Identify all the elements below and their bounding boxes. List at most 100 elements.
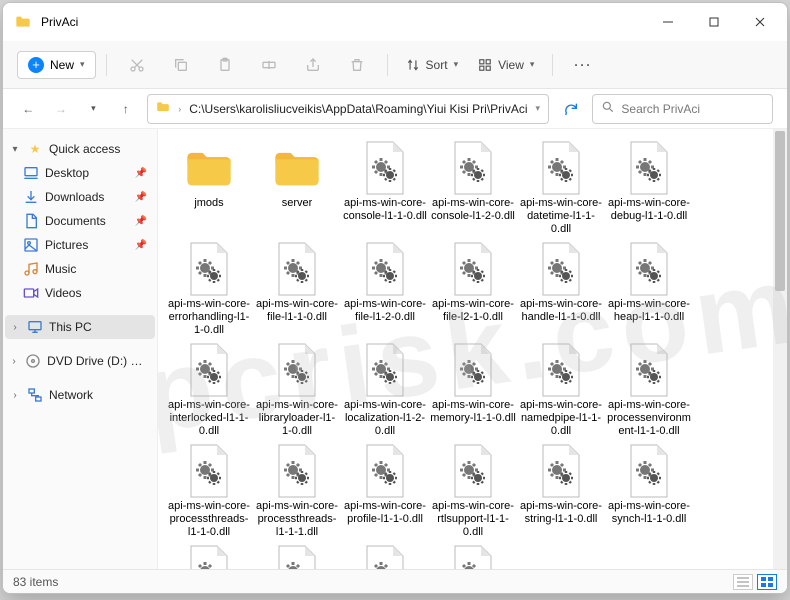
sidebar-item-downloads[interactable]: Downloads📌 [5,185,155,209]
file-item[interactable]: api-ms-win-core-debug-l1-1-0.dll [606,139,692,236]
file-label: api-ms-win-core-localization-l1-2-0.dll [342,399,428,438]
delete-button[interactable] [337,49,377,81]
file-item[interactable]: api-ms-win-core-console-l1-2-0.dll [430,139,516,236]
file-item[interactable]: api-ms-win-core-file-l1-2-0.dll [342,240,428,337]
file-label: api-ms-win-core-synch-l1-1-0.dll [606,500,692,526]
file-label: api-ms-win-core-datetime-l1-1-0.dll [518,197,604,236]
file-item[interactable]: api-ms-win-core-string-l1-1-0.dll [518,442,604,539]
folder-item[interactable]: jmods [166,139,252,236]
file-label: api-ms-win-core-errorhandling-l1-1-0.dll [166,298,252,337]
dll-icon [356,139,414,197]
sidebar-item-documents[interactable]: Documents📌 [5,209,155,233]
file-item[interactable]: api-ms-win-core-timezone-l1-1-0.dll [342,543,428,569]
chevron-down-icon[interactable]: ▾ [536,103,541,114]
file-item[interactable]: api-ms-win-core-interlocked-l1-1-0.dll [166,341,252,438]
pin-icon: 📌 [135,192,147,203]
rename-button[interactable] [249,49,289,81]
file-item[interactable]: api-ms-win-core-namedpipe-l1-1-0.dll [518,341,604,438]
dll-icon [268,240,326,298]
vertical-scrollbar[interactable] [773,129,787,569]
sidebar-item-desktop[interactable]: Desktop📌 [5,161,155,185]
sidebar-quick-access[interactable]: ▾ ★ Quick access [5,137,155,161]
maximize-button[interactable] [691,6,737,38]
file-item[interactable]: api-ms-win-core-handle-l1-1-0.dll [518,240,604,337]
file-item[interactable]: api-ms-win-core-rtlsupport-l1-1-0.dll [430,442,516,539]
view-button[interactable]: View ▾ [470,58,542,72]
file-label: api-ms-win-core-memory-l1-1-0.dll [430,399,516,425]
file-item[interactable]: api-ms-win-core-processenvironment-l1-1-… [606,341,692,438]
chevron-right-icon: › [178,104,181,114]
file-item[interactable]: api-ms-win-core-datetime-l1-1-0.dll [518,139,604,236]
file-label: api-ms-win-core-string-l1-1-0.dll [518,500,604,526]
more-button[interactable]: ··· [563,49,603,81]
sidebar-dvd[interactable]: › DVD Drive (D:) CCCC [5,349,155,373]
pc-icon [27,319,43,335]
file-item[interactable]: api-ms-win-core-heap-l1-1-0.dll [606,240,692,337]
file-item[interactable]: api-ms-win-core-console-l1-1-0.dll [342,139,428,236]
file-item[interactable]: api-ms-win-core-synch-l1-2-0.dll [166,543,252,569]
chevron-down-icon: ▾ [80,59,85,70]
view-label: View [498,58,524,72]
view-icons-button[interactable] [757,574,777,590]
folder-icon [15,14,31,30]
close-button[interactable] [737,6,783,38]
file-item[interactable]: api-ms-win-core-file-l2-1-0.dll [430,240,516,337]
address-input[interactable]: › C:\Users\karolisliucveikis\AppData\Roa… [147,94,549,124]
paste-button[interactable] [205,49,245,81]
file-item[interactable]: api-ms-win-core-processthreads-l1-1-1.dl… [254,442,340,539]
view-details-button[interactable] [733,574,753,590]
chevron-down-icon: ▾ [530,59,535,70]
dll-icon [444,341,502,399]
share-button[interactable] [293,49,333,81]
file-item[interactable]: api-ms-win-core-util-l1-1-0.dll [430,543,516,569]
sidebar-item-pictures[interactable]: Pictures📌 [5,233,155,257]
file-item[interactable]: api-ms-win-core-sysinfo-l1-1-0.dll [254,543,340,569]
file-item[interactable]: api-ms-win-core-processthreads-l1-1-0.dl… [166,442,252,539]
file-label: api-ms-win-core-file-l2-1-0.dll [430,298,516,324]
sidebar-item-music[interactable]: Music [5,257,155,281]
copy-button[interactable] [161,49,201,81]
sidebar-item-label: Documents [45,214,106,228]
sidebar: ▾ ★ Quick access Desktop📌Downloads📌Docum… [3,129,158,569]
file-item[interactable]: api-ms-win-core-synch-l1-1-0.dll [606,442,692,539]
file-label: api-ms-win-core-debug-l1-1-0.dll [606,197,692,223]
network-icon [27,387,43,403]
file-item[interactable]: api-ms-win-core-libraryloader-l1-1-0.dll [254,341,340,438]
file-label: api-ms-win-core-processenvironment-l1-1-… [606,399,692,438]
dll-icon [268,442,326,500]
dll-icon [532,139,590,197]
sort-button[interactable]: Sort ▾ [398,58,467,72]
sidebar-this-pc[interactable]: › This PC [5,315,155,339]
folder-icon [268,139,326,197]
search-input[interactable]: Search PrivAci [592,94,773,124]
sidebar-item-videos[interactable]: Videos [5,281,155,305]
file-item[interactable]: api-ms-win-core-memory-l1-1-0.dll [430,341,516,438]
scrollbar-thumb[interactable] [775,131,785,291]
new-label: New [50,58,74,72]
cut-button[interactable] [117,49,157,81]
folder-item[interactable]: server [254,139,340,236]
up-button[interactable]: ↑ [115,95,138,123]
file-item[interactable]: api-ms-win-core-profile-l1-1-0.dll [342,442,428,539]
file-grid[interactable]: jmods server api-ms-win-core-console-l1-1-… [158,129,787,569]
sort-label: Sort [426,58,448,72]
title-bar: PrivAci [3,3,787,41]
search-icon [601,100,615,117]
sidebar-network[interactable]: › Network [5,383,155,407]
back-button[interactable]: ← [17,95,40,123]
new-button[interactable]: + New ▾ [17,51,96,79]
refresh-button[interactable] [559,101,582,117]
chevron-down-icon[interactable]: ▾ [82,95,105,123]
file-item[interactable]: api-ms-win-core-file-l1-1-0.dll [254,240,340,337]
pin-icon: 📌 [135,240,147,251]
file-label: api-ms-win-core-interlocked-l1-1-0.dll [166,399,252,438]
sidebar-label: Quick access [49,142,120,156]
file-item[interactable]: api-ms-win-core-errorhandling-l1-1-0.dll [166,240,252,337]
file-item[interactable]: api-ms-win-core-localization-l1-2-0.dll [342,341,428,438]
divider [387,54,388,76]
forward-button[interactable]: → [50,95,73,123]
dll-icon [180,442,238,500]
minimize-button[interactable] [645,6,691,38]
dll-icon [180,341,238,399]
file-label: server [282,197,313,210]
